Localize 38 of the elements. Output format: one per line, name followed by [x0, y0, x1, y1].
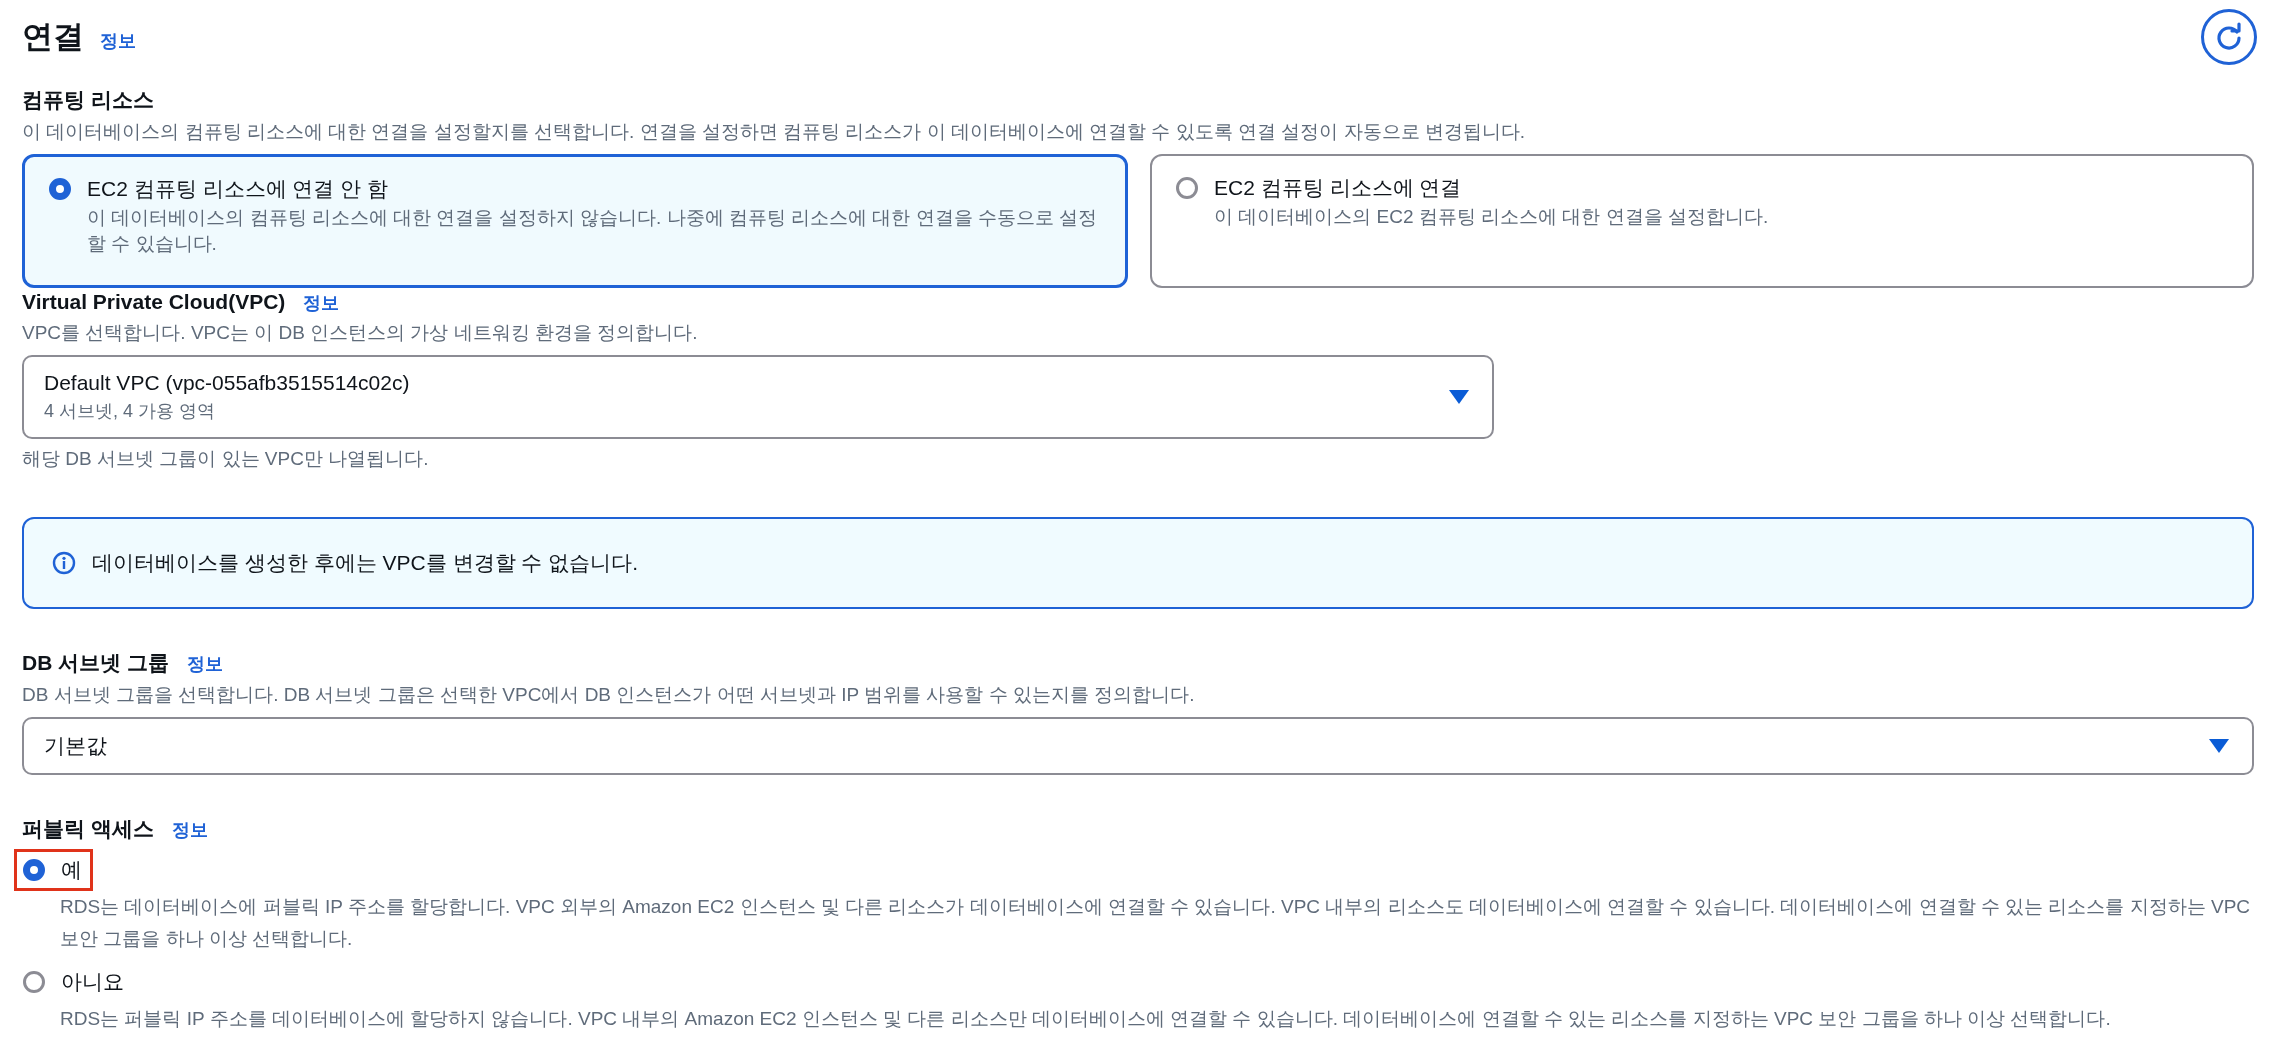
value-detail: 4 서브넷, 4 가용 영역 — [44, 400, 217, 423]
option-card[interactable]: EC2 컴퓨팅 리소스에 연결 이 데이터베이스의 EC2 컴퓨팅 리소스에 대한 연결을 설정합니다. — [1150, 154, 2254, 288]
alert-text: 데이터베이스를 생성한 후에는 VPC를 변경할 수 없습니다. — [92, 550, 639, 576]
field-hint: 해당 DB 서브넷 그룹이 있는 VPC만 나열됩니다. — [22, 447, 430, 471]
option-label: 아니요 — [61, 969, 124, 995]
info-link[interactable]: 정보 — [100, 29, 136, 53]
field-description: VPC를 선택합니다. VPC는 이 DB 인스턴스의 가상 네트워킹 환경을 정의합니다. — [22, 321, 699, 345]
option-description: RDS는 퍼블릭 IP 주소를 데이터베이스에 할당하지 않습니다. VPC 내부의 Amazon EC2 인스턴스 및 다른 리소스만 데이터베이스에 연결할 수 있습니다. 데이터베이스에 연결할 수 있는 리소스를 지정하는 VPC 보안 그룹을 하나 이상 선택합니다. — [59, 1007, 2112, 1031]
refresh-icon — [2214, 22, 2244, 52]
refresh-button[interactable] — [2201, 9, 2257, 65]
vpc-dropdown[interactable]: Default VPC (vpc-055afb3515514c02c) 4 서브넷, 4 가용 영역 — [22, 355, 1494, 439]
option-description: 이 데이터베이스의 EC2 컴퓨팅 리소스에 대한 연결을 설정합니다. — [1214, 205, 1769, 229]
field-label: DB 서브넷 그룹 — [22, 650, 169, 676]
caret-icon — [2208, 738, 2230, 754]
info-link[interactable]: 정보 — [303, 291, 340, 315]
option-label: 예 — [61, 857, 82, 883]
section-title: 연결 — [22, 18, 84, 56]
field-label: 퍼블릭 액세스 — [22, 816, 154, 842]
info-link[interactable]: 정보 — [187, 652, 223, 676]
field-label: 컴퓨팅 리소스 — [22, 87, 154, 113]
radio-button[interactable] — [23, 859, 45, 881]
option-label: EC2 컴퓨팅 리소스에 연결 안 함 — [87, 176, 390, 202]
field-description: 이 데이터베이스의 컴퓨팅 리소스에 대한 연결을 설정할지를 선택합니다. 연결을 설정하면 컴퓨팅 리소스가 이 데이터베이스에 연결할 수 있도록 연결 설정이 자동으로 변경됩니다. — [22, 120, 1527, 144]
subnet-group-dropdown[interactable]: 기본값 — [22, 717, 2254, 775]
caret-icon — [1448, 389, 1470, 405]
radio-button[interactable] — [49, 178, 71, 200]
option-description: 이 데이터베이스의 컴퓨팅 리소스에 대한 연결을 설정하지 않습니다. 나중에 컴퓨팅 리소스에 대한 연결을 수동으로 설정할 수 있습니다. — [87, 206, 1099, 256]
selected-value: Default VPC (vpc-055afb3515514c02c) — [44, 371, 410, 395]
info-icon — [52, 551, 76, 575]
radio-button[interactable] — [1176, 177, 1198, 199]
field-description: DB 서브넷 그룹을 선택합니다. DB 서브넷 그룹은 선택한 VPC에서 DB 인스턴스가 어떤 서브넷과 IP 범위를 사용할 수 있는지를 정의합니다. — [22, 683, 1196, 707]
option-card[interactable]: EC2 컴퓨팅 리소스에 연결 안 함 이 데이터베이스의 컴퓨팅 리소스에 대한 연결을 설정하지 않습니다. 나중에 컴퓨팅 리소스에 대한 연결을 수동으로 설정할 수 있습니다. — [22, 154, 1128, 288]
option-description: RDS는 데이터베이스에 퍼블릭 IP 주소를 할당합니다. VPC 외부의 Amazon EC2 인스턴스 및 다른 리소스가 데이터베이스에 연결할 수 있습니다. VPC 내부의 리소스도 데이터베이스에 연결할 수 있습니다. 데이터베이스에 연결할 수 있는 리소스를 지정하는 VPC 보안 그룹을 하나 이상 선택합니다. — [59, 895, 2252, 951]
option-label: EC2 컴퓨팅 리소스에 연결 — [1214, 175, 1463, 201]
selected-value: 기본값 — [44, 733, 107, 759]
field-label: Virtual Private Cloud(VPC) — [22, 290, 286, 314]
radio-button[interactable] — [23, 971, 45, 993]
info-link[interactable]: 정보 — [171, 818, 208, 842]
